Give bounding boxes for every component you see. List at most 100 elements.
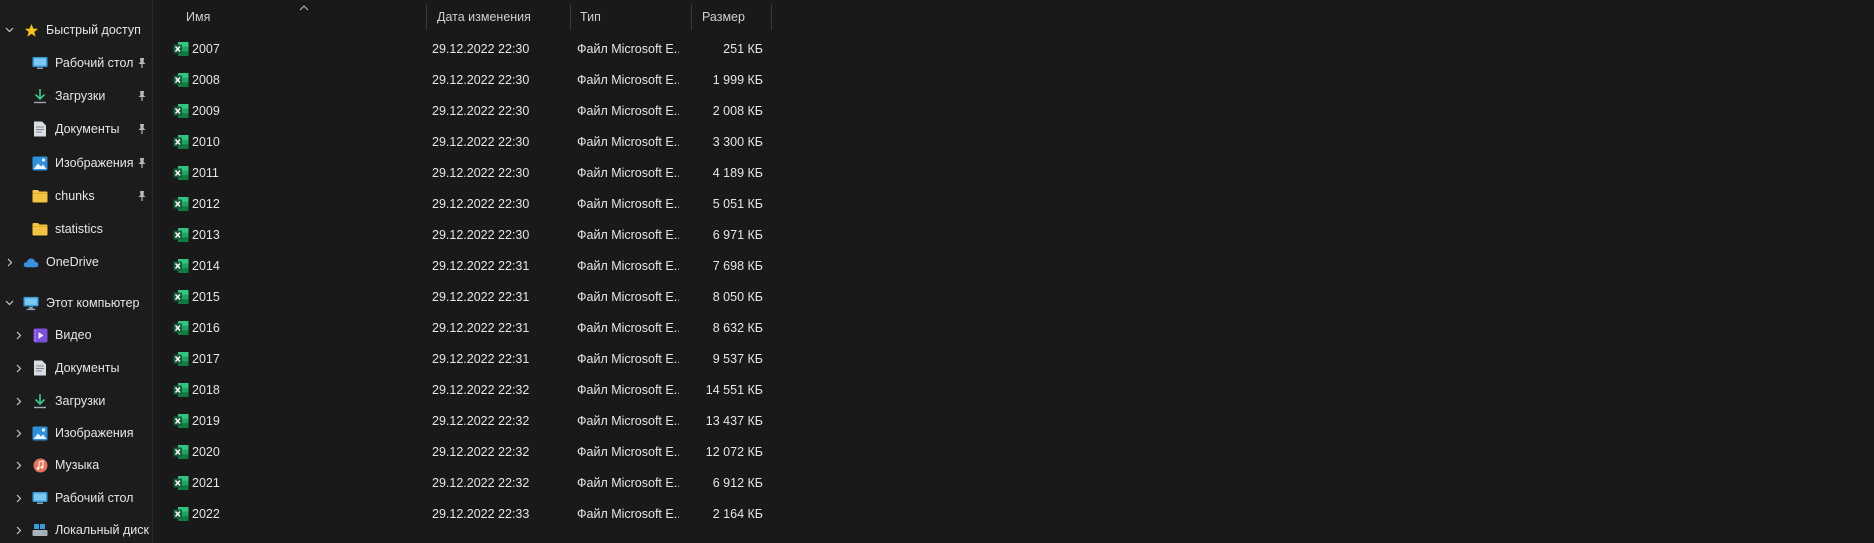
file-type: Файл Microsoft E... [577, 135, 679, 149]
file-type: Файл Microsoft E... [577, 104, 679, 118]
excel-file-icon [173, 382, 189, 398]
column-header-name[interactable]: Имя [154, 4, 427, 30]
file-row[interactable]: 2018 29.12.2022 22:32 Файл Microsoft E... 1… [0, 377, 800, 403]
file-name: 2013 [192, 228, 220, 242]
file-date-modified: 29.12.2022 22:30 [432, 228, 530, 242]
file-row[interactable]: 2008 29.12.2022 22:30 Файл Microsoft E... 1… [0, 67, 800, 93]
file-row[interactable]: 2021 29.12.2022 22:32 Файл Microsoft E... 6… [0, 470, 800, 496]
file-date-modified: 29.12.2022 22:31 [432, 321, 530, 335]
file-row[interactable]: 2013 29.12.2022 22:30 Файл Microsoft E... 6… [0, 222, 800, 248]
file-size: 6 912 КБ [712, 476, 763, 490]
excel-file-icon [173, 227, 189, 243]
excel-file-icon [173, 320, 189, 336]
file-name: 2021 [192, 476, 220, 490]
excel-file-icon [173, 506, 189, 522]
excel-file-icon [173, 444, 189, 460]
file-type: Файл Microsoft E... [577, 197, 679, 211]
file-type: Файл Microsoft E... [577, 166, 679, 180]
excel-file-icon [173, 289, 189, 305]
column-header-date[interactable]: Дата изменения [427, 4, 571, 30]
file-type: Файл Microsoft E... [577, 414, 679, 428]
file-size: 2 164 КБ [712, 507, 763, 521]
file-row[interactable]: 2016 29.12.2022 22:31 Файл Microsoft E... 8… [0, 315, 800, 341]
nav-quick-access-label: Быстрый доступ [46, 23, 141, 37]
file-date-modified: 29.12.2022 22:30 [432, 197, 530, 211]
file-row[interactable]: 2014 29.12.2022 22:31 Файл Microsoft E... 7… [0, 253, 800, 279]
file-row[interactable]: 2009 29.12.2022 22:30 Файл Microsoft E... 2… [0, 98, 800, 124]
file-type: Файл Microsoft E... [577, 321, 679, 335]
file-type: Файл Microsoft E... [577, 290, 679, 304]
file-date-modified: 29.12.2022 22:30 [432, 135, 530, 149]
file-size: 8 632 КБ [712, 321, 763, 335]
file-row[interactable]: 2007 29.12.2022 22:30 Файл Microsoft E... 2… [0, 36, 800, 62]
file-type: Файл Microsoft E... [577, 42, 679, 56]
file-size: 251 КБ [723, 42, 763, 56]
file-name: 2009 [192, 104, 220, 118]
file-date-modified: 29.12.2022 22:31 [432, 259, 530, 273]
file-date-modified: 29.12.2022 22:32 [432, 383, 530, 397]
excel-file-icon [173, 351, 189, 367]
file-list-pane: Имя Дата изменения Тип Размер 2007 29.12.… [154, 0, 1874, 543]
file-type: Файл Microsoft E... [577, 383, 679, 397]
column-header-type[interactable]: Тип [571, 4, 692, 30]
file-row[interactable]: 2017 29.12.2022 22:31 Файл Microsoft E... 9… [0, 346, 800, 372]
file-name: 2007 [192, 42, 220, 56]
file-name: 2008 [192, 73, 220, 87]
file-name: 2012 [192, 197, 220, 211]
file-size: 13 437 КБ [705, 414, 763, 428]
file-type: Файл Microsoft E... [577, 476, 679, 490]
file-size: 12 072 КБ [705, 445, 763, 459]
file-date-modified: 29.12.2022 22:32 [432, 414, 530, 428]
excel-file-icon [173, 196, 189, 212]
excel-file-icon [173, 72, 189, 88]
excel-file-icon [173, 134, 189, 150]
column-header-size-label: Размер [702, 10, 745, 24]
file-date-modified: 29.12.2022 22:30 [432, 73, 530, 87]
file-name: 2011 [192, 166, 219, 180]
file-type: Файл Microsoft E... [577, 507, 679, 521]
chevron-down-icon[interactable] [4, 23, 14, 37]
excel-file-icon [173, 41, 189, 57]
file-row[interactable]: 2012 29.12.2022 22:30 Файл Microsoft E... 5… [0, 191, 800, 217]
column-header-type-label: Тип [580, 10, 601, 24]
column-header-size[interactable]: Размер [692, 4, 772, 30]
file-name: 2022 [192, 507, 220, 521]
file-row[interactable]: 2020 29.12.2022 22:32 Файл Microsoft E... 1… [0, 439, 800, 465]
excel-file-icon [173, 475, 189, 491]
file-row[interactable]: 2019 29.12.2022 22:32 Файл Microsoft E... 1… [0, 408, 800, 434]
file-date-modified: 29.12.2022 22:30 [432, 42, 530, 56]
file-type: Файл Microsoft E... [577, 445, 679, 459]
file-size: 5 051 КБ [712, 197, 763, 211]
file-row[interactable]: 2022 29.12.2022 22:33 Файл Microsoft E... 2… [0, 501, 800, 527]
file-date-modified: 29.12.2022 22:32 [432, 445, 530, 459]
file-size: 1 999 КБ [712, 73, 763, 87]
file-name: 2016 [192, 321, 220, 335]
file-size: 8 050 КБ [712, 290, 763, 304]
file-date-modified: 29.12.2022 22:31 [432, 290, 530, 304]
file-row[interactable]: 2010 29.12.2022 22:30 Файл Microsoft E... 3… [0, 129, 800, 155]
file-size: 6 971 КБ [712, 228, 763, 242]
file-name: 2017 [192, 352, 220, 366]
excel-file-icon [173, 258, 189, 274]
file-size: 2 008 КБ [712, 104, 763, 118]
file-type: Файл Microsoft E... [577, 73, 679, 87]
file-name: 2020 [192, 445, 220, 459]
file-name: 2010 [192, 135, 220, 149]
file-type: Файл Microsoft E... [577, 352, 679, 366]
file-type: Файл Microsoft E... [577, 228, 679, 242]
file-size: 4 189 КБ [712, 166, 763, 180]
file-name: 2014 [192, 259, 220, 273]
file-name: 2015 [192, 290, 220, 304]
file-name: 2018 [192, 383, 220, 397]
file-row[interactable]: 2015 29.12.2022 22:31 Файл Microsoft E... 8… [0, 284, 800, 310]
file-row[interactable]: 2011 29.12.2022 22:30 Файл Microsoft E... 4… [0, 160, 800, 186]
file-name: 2019 [192, 414, 220, 428]
excel-file-icon [173, 103, 189, 119]
excel-file-icon [173, 413, 189, 429]
excel-file-icon [173, 165, 189, 181]
file-date-modified: 29.12.2022 22:31 [432, 352, 530, 366]
file-size: 3 300 КБ [712, 135, 763, 149]
file-date-modified: 29.12.2022 22:32 [432, 476, 530, 490]
column-header-date-label: Дата изменения [437, 10, 531, 24]
file-date-modified: 29.12.2022 22:33 [432, 507, 530, 521]
